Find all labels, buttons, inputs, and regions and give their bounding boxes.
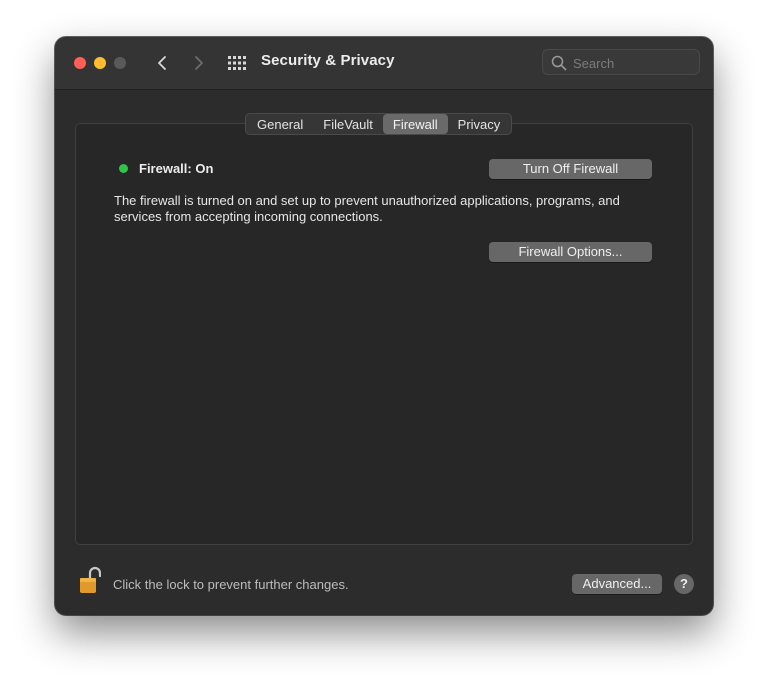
- advanced-button[interactable]: Advanced...: [572, 574, 662, 594]
- back-chevron-icon: [158, 56, 166, 70]
- zoom-button[interactable]: [114, 57, 126, 69]
- tab-bar: General FileVault Firewall Privacy: [245, 113, 513, 135]
- tab-firewall[interactable]: Firewall: [382, 114, 448, 134]
- firewall-panel: [75, 123, 693, 545]
- lock-button[interactable]: [79, 565, 102, 595]
- help-button[interactable]: ?: [674, 574, 694, 594]
- unlocked-lock-icon: [80, 566, 102, 593]
- forward-button[interactable]: [187, 51, 209, 75]
- firewall-options-button[interactable]: Firewall Options...: [489, 242, 652, 262]
- tab-filevault[interactable]: FileVault: [313, 114, 383, 134]
- tab-general[interactable]: General: [247, 114, 313, 134]
- search-input[interactable]: [571, 53, 695, 73]
- close-button[interactable]: [74, 57, 86, 69]
- window-title: Security & Privacy: [261, 52, 395, 69]
- back-button[interactable]: [152, 51, 174, 75]
- firewall-description: The firewall is turned on and set up to …: [114, 193, 620, 224]
- title-bar: Security & Privacy: [55, 37, 713, 90]
- minimize-button[interactable]: [94, 57, 106, 69]
- lock-hint: Click the lock to prevent further change…: [113, 577, 349, 592]
- grid-icon: [228, 56, 246, 70]
- show-all-button[interactable]: [227, 55, 247, 71]
- preferences-window: Security & Privacy General FileVault Fir…: [55, 37, 713, 615]
- firewall-status: Firewall: On: [139, 161, 214, 176]
- search-icon: [551, 55, 567, 71]
- forward-chevron-icon: [195, 56, 203, 70]
- search-field[interactable]: [542, 49, 700, 75]
- tab-privacy[interactable]: Privacy: [448, 114, 511, 134]
- turn-off-firewall-button[interactable]: Turn Off Firewall: [489, 159, 652, 179]
- status-indicator: [119, 164, 128, 173]
